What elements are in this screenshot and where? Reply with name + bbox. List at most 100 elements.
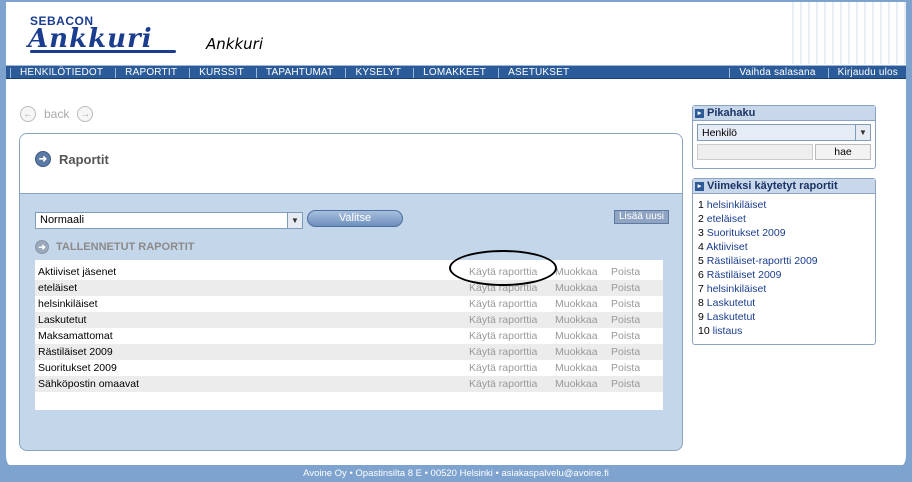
back-navigation: ← back → [20,106,94,122]
reports-panel: ➜ Raportit Normaali ▼ Valitse Lisää uusi… [19,133,683,451]
nav-asetukset[interactable]: ASETUKSET [494,67,577,78]
recent-item-number: 9 [698,311,704,323]
list-item: 10 listaus [698,324,870,338]
quick-search-type-select[interactable]: Henkilö ▼ [697,124,871,141]
edit-report-link[interactable]: Muokkaa [555,298,611,310]
edit-report-link[interactable]: Muokkaa [555,314,611,326]
report-name: Maksamattomat [38,330,113,342]
delete-report-link[interactable]: Poista [611,346,651,358]
back-link[interactable]: back [44,107,69,121]
main-nav: HENKILÖTIEDOT RAPORTIT KURSSIT TAPAHTUMA… [6,65,906,79]
list-item: 4 Aktiiviset [698,240,870,254]
report-name: eteläiset [38,282,78,294]
annotation-circle [449,250,557,286]
table-row: Suoritukset 2009 Käytä raporttia Muokkaa Po… [35,360,663,376]
delete-report-link[interactable]: Poista [611,314,651,326]
nav-user-links: Vaihda salasana Kirjaudu ulos [725,67,906,78]
use-report-link[interactable]: Käytä raporttia [469,346,555,358]
recent-report-link[interactable]: listaus [713,325,743,337]
table-row: Maksamattomat Käytä raporttia Muokkaa Poist… [35,328,663,344]
edit-report-link[interactable]: Muokkaa [555,362,611,374]
back-arrow-icon[interactable]: ← [20,106,36,122]
nav-tapahtumat[interactable]: TAPAHTUMAT [252,67,342,78]
recent-report-link[interactable]: Rästiläiset-raportti 2009 [707,255,818,267]
quick-search-header: ▸ Pikahaku [693,106,875,121]
header: SEBACON Ankkuri Ankkuri [6,2,906,64]
table-row: Laskutetut Käytä raporttia Muokkaa Poista [35,312,663,328]
nav-raportit[interactable]: RAPORTIT [111,67,185,78]
report-type-select[interactable]: Normaali ▼ [35,212,303,229]
select-button[interactable]: Valitse [307,210,403,227]
list-item: 7 helsinkiläiset [698,282,870,296]
table-row: helsinkiläiset Käytä raporttia Muokkaa Pois… [35,296,663,312]
nav-kurssit[interactable]: KURSSIT [185,67,252,78]
report-type-value: Normaali [40,214,85,226]
list-item: 6 Rästiläiset 2009 [698,268,870,282]
change-password-link[interactable]: Vaihda salasana [725,67,823,78]
recent-item-number: 6 [698,269,704,281]
report-name: helsinkiläiset [38,298,98,310]
recent-item-number: 5 [698,255,704,267]
chevron-down-icon[interactable]: ▼ [855,125,870,140]
logo-underline [30,50,176,53]
edit-report-link[interactable]: Muokkaa [555,378,611,390]
nav-henkilotiedot[interactable]: HENKILÖTIEDOT [6,67,111,78]
page-title: ➜ Raportit [35,151,109,167]
delete-report-link[interactable]: Poista [611,330,651,342]
recent-report-link[interactable]: Laskutetut [707,297,755,309]
list-item: 9 Laskutetut [698,310,870,324]
arrow-right-icon: ▸ [695,108,704,118]
edit-report-link[interactable]: Muokkaa [555,330,611,342]
nav-kyselyt[interactable]: KYSELYT [341,67,409,78]
use-report-link[interactable]: Käytä raporttia [469,330,555,342]
delete-report-link[interactable]: Poista [611,282,651,294]
edit-report-link[interactable]: Muokkaa [555,266,611,278]
report-name: Rästiläiset 2009 [38,346,113,358]
list-item: 2 eteläiset [698,212,870,226]
delete-report-link[interactable]: Poista [611,298,651,310]
quick-search-box: ▸ Pikahaku Henkilö ▼ hae [692,105,876,169]
use-report-link[interactable]: Käytä raporttia [469,314,555,326]
edit-report-link[interactable]: Muokkaa [555,346,611,358]
edit-report-link[interactable]: Muokkaa [555,282,611,294]
report-controls: Normaali ▼ Valitse Lisää uusi [35,210,671,230]
quick-search-input[interactable] [697,144,813,160]
recent-item-number: 4 [698,241,704,253]
list-item: 8 Laskutetut [698,296,870,310]
recent-report-link[interactable]: Suoritukset 2009 [707,227,786,239]
logout-link[interactable]: Kirjaudu ulos [824,67,906,78]
recent-report-link[interactable]: Aktiiviset [706,241,747,253]
table-row: Sähköpostin omaavat Käytä raporttia Muokka… [35,376,663,392]
arrow-right-icon: ➜ [35,151,51,167]
add-new-button[interactable]: Lisää uusi [613,210,669,224]
forward-arrow-icon[interactable]: → [77,106,94,122]
saved-reports-list: Aktiiviset jäsenet Käytä raporttia Muokkaa… [35,260,663,410]
delete-report-link[interactable]: Poista [611,266,651,278]
recent-report-link[interactable]: helsinkiläiset [707,199,767,211]
chevron-down-icon[interactable]: ▼ [287,213,302,228]
delete-report-link[interactable]: Poista [611,378,651,390]
recent-reports-title: Viimeksi käytetyt raportit [707,180,838,192]
recent-item-number: 2 [698,213,704,225]
quick-search-row: hae [697,144,871,160]
recent-report-link[interactable]: helsinkiläiset [707,283,767,295]
table-row: Aktiiviset jäsenet Käytä raporttia Muokkaa… [35,264,663,280]
footer-contact: Avoine Oy • Opastinsilta 8 E • 00520 Hel… [303,468,609,479]
use-report-link[interactable]: Käytä raporttia [469,298,555,310]
arrow-right-icon: ▸ [695,181,704,191]
search-button[interactable]: hae [815,144,871,160]
recent-report-link[interactable]: Laskutetut [707,311,755,323]
delete-report-link[interactable]: Poista [611,362,651,374]
nav-lomakkeet[interactable]: LOMAKKEET [409,67,494,78]
arrow-right-icon: ➜ [35,240,49,254]
use-report-link[interactable]: Käytä raporttia [469,378,555,390]
recent-reports-header: ▸ Viimeksi käytetyt raportit [693,179,875,194]
recent-report-link[interactable]: eteläiset [707,213,746,225]
report-name: Sähköpostin omaavat [38,378,139,390]
list-item: 3 Suoritukset 2009 [698,226,870,240]
page-title-text: Raportit [59,151,109,167]
use-report-link[interactable]: Käytä raporttia [469,362,555,374]
recent-report-link[interactable]: Rästiläiset 2009 [707,269,782,281]
recent-reports-box: ▸ Viimeksi käytetyt raportit 1 helsinkil… [692,178,876,345]
recent-item-number: 3 [698,227,704,239]
